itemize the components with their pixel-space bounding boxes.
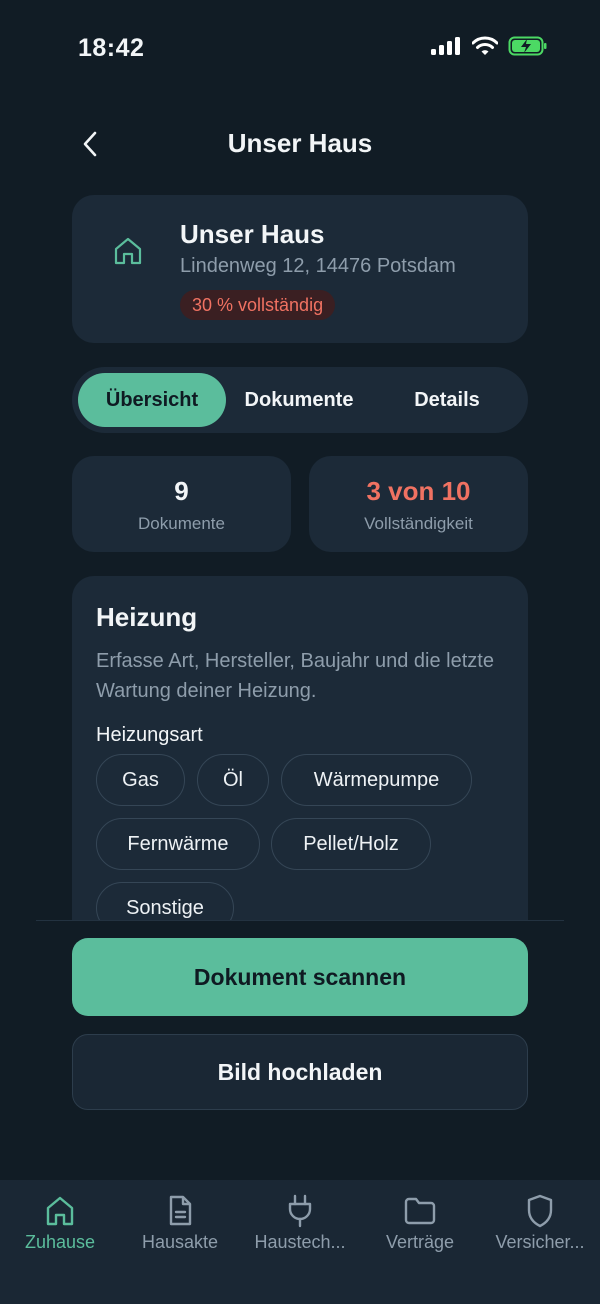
tab-bar: Zuhause Hausakte Haustech... Verträge Ve…: [0, 1180, 600, 1304]
tab-label-vertraege: Verträge: [385, 1232, 455, 1252]
battery-charging-icon: [508, 36, 547, 56]
chip-fernwaerme[interactable]: Fernwärme: [96, 818, 260, 870]
stat-value-documents: 9: [174, 476, 189, 506]
folder-icon: [404, 1197, 436, 1225]
heating-title: Heizung: [96, 602, 198, 632]
house-address: Lindenweg 12, 14476 Potsdam: [180, 255, 456, 277]
tab-uebersicht[interactable]: Übersicht: [78, 373, 226, 427]
status-icons: [430, 36, 548, 56]
status-time: 18:42: [78, 34, 145, 62]
completeness-badge: 30 % vollständig: [180, 290, 336, 320]
stat-value-completeness: 3 von 10: [366, 476, 471, 506]
tab-label-hausakte: Hausakte: [141, 1232, 219, 1252]
home-icon: [46, 1196, 74, 1226]
tab-label-haustechnik: Haustech...: [254, 1232, 346, 1252]
tab-hausakte[interactable]: Hausakte: [120, 1192, 240, 1262]
heating-type-label: Heizungsart: [96, 724, 203, 746]
tab-zuhause[interactable]: Zuhause: [0, 1192, 120, 1262]
navigation-bar: Unser Haus: [0, 110, 600, 176]
segmented-control: Übersicht Dokumente Details: [72, 367, 528, 433]
action-area: Dokument scannen Bild hochladen: [0, 920, 600, 1180]
document-icon: [169, 1195, 192, 1226]
divider: [36, 920, 564, 921]
tab-details[interactable]: Details: [372, 373, 522, 427]
scan-document-button[interactable]: Dokument scannen: [72, 938, 528, 1016]
heating-description: Erfasse Art, Hersteller, Baujahr und die…: [96, 650, 494, 702]
heating-card: Heizung Erfasse Art, Hersteller, Baujahr…: [72, 576, 528, 976]
house-name: Unser Haus: [180, 219, 325, 249]
tab-versicherungen[interactable]: Versicher...: [480, 1192, 600, 1262]
page-title: Unser Haus: [227, 128, 373, 158]
stat-label-documents: Dokumente: [138, 514, 225, 533]
tab-label-versicherungen: Versicher...: [495, 1232, 585, 1252]
house-card: Unser Haus Lindenweg 12, 14476 Potsdam 3…: [72, 195, 528, 343]
stat-label-completeness: Vollständigkeit: [364, 514, 473, 533]
wifi-icon: [472, 36, 498, 55]
tab-haustechnik[interactable]: Haustech...: [240, 1192, 360, 1262]
stat-card-completeness: 3 von 10 Vollständigkeit: [309, 456, 528, 552]
tab-dokumente[interactable]: Dokumente: [226, 373, 372, 427]
plug-icon: [288, 1194, 312, 1228]
stat-card-documents: 9 Dokumente: [72, 456, 291, 552]
tab-vertraege[interactable]: Verträge: [360, 1192, 480, 1262]
upload-image-button[interactable]: Bild hochladen: [72, 1034, 528, 1110]
signal-icon: [431, 37, 460, 55]
tab-label-zuhause: Zuhause: [24, 1232, 96, 1252]
chip-pellet-holz[interactable]: Pellet/Holz: [271, 818, 431, 870]
chip-waermepumpe[interactable]: Wärmepumpe: [281, 754, 472, 806]
status-bar: 18:42: [0, 0, 600, 96]
chip-gas[interactable]: Gas: [96, 754, 185, 806]
chip-oel[interactable]: Öl: [197, 754, 269, 806]
shield-icon: [527, 1194, 553, 1228]
house-icon: [112, 235, 144, 267]
